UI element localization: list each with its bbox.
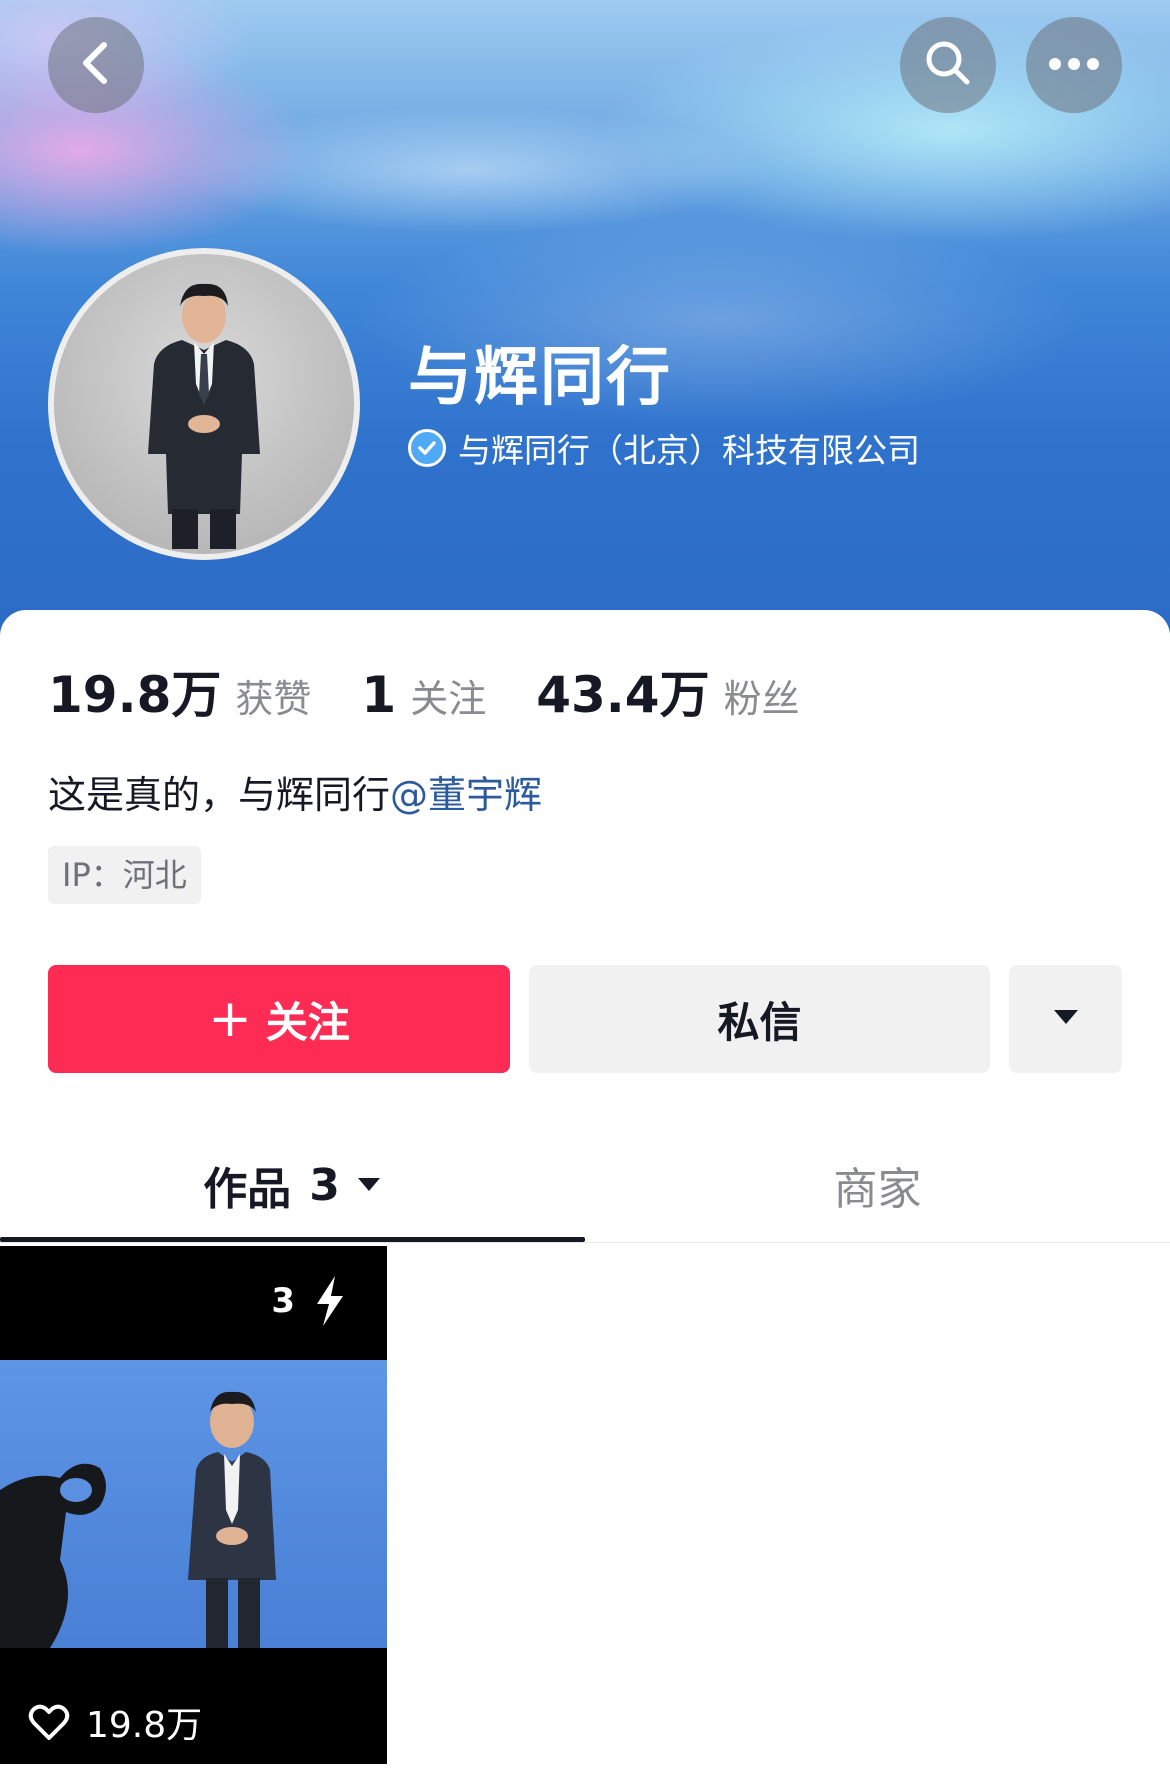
follow-button[interactable]: + 关注: [48, 965, 510, 1073]
tab-shop[interactable]: 商家: [585, 1150, 1170, 1220]
verified-row[interactable]: 与辉同行（北京）科技有限公司: [408, 425, 920, 471]
message-button-label: 私信: [717, 997, 802, 1047]
video-tile[interactable]: 3 19.8万: [0, 1246, 387, 1764]
stat-likes[interactable]: 19.8万 获赞: [48, 655, 311, 727]
collection-badge: 3: [271, 1274, 347, 1328]
plus-icon: +: [208, 989, 252, 1049]
search-icon: [922, 37, 974, 93]
search-button[interactable]: [900, 17, 996, 113]
ip-location-tag: IP：河北: [48, 846, 201, 904]
verified-company-label: 与辉同行（北京）科技有限公司: [458, 431, 920, 470]
message-button[interactable]: 私信: [529, 965, 990, 1073]
profile-bio: 这是真的，与辉同行@董宇辉: [48, 770, 542, 820]
bio-mention-link[interactable]: @董宇辉: [390, 773, 542, 817]
stat-value: 1: [361, 666, 397, 724]
verified-check-icon: [408, 429, 446, 467]
stat-label: 获赞: [235, 677, 312, 721]
caret-down-icon: [356, 1176, 382, 1194]
recommend-dropdown-button[interactable]: [1009, 965, 1122, 1073]
back-button[interactable]: [48, 17, 144, 113]
avatar[interactable]: [48, 248, 360, 560]
stat-label: 粉丝: [723, 677, 800, 721]
avatar-portrait-image: [148, 283, 260, 549]
stat-followers[interactable]: 43.4万 粉丝: [536, 655, 799, 727]
more-dots-icon: [1048, 56, 1100, 75]
collection-count: 3: [271, 1281, 295, 1321]
lightning-icon: [313, 1274, 347, 1328]
chevron-left-icon: [76, 39, 116, 91]
stat-following[interactable]: 1 关注: [361, 666, 486, 724]
stat-value: 43.4万: [536, 666, 710, 724]
tab-shop-label: 商家: [833, 1164, 922, 1215]
tab-works[interactable]: 作品 3: [0, 1150, 585, 1220]
heart-outline-icon: [28, 1703, 70, 1741]
tab-works-count: 3: [309, 1159, 340, 1211]
stat-label: 关注: [410, 677, 487, 721]
video-likes: 19.8万: [28, 1696, 202, 1748]
bio-text: 这是真的，与辉同行: [48, 773, 391, 817]
tab-works-label: 作品: [203, 1164, 292, 1215]
profile-name: 与辉同行: [408, 341, 672, 415]
follow-button-label: 关注: [265, 997, 350, 1047]
profile-stats: 19.8万 获赞 1 关注 43.4万 粉丝: [48, 655, 850, 724]
more-options-button[interactable]: [1026, 17, 1122, 113]
triangle-down-icon: [1052, 1008, 1080, 1030]
stat-value: 19.8万: [48, 666, 222, 724]
video-likes-count: 19.8万: [86, 1705, 203, 1746]
video-thumbnail-image: [0, 1360, 387, 1648]
tab-divider: [0, 1242, 1170, 1243]
